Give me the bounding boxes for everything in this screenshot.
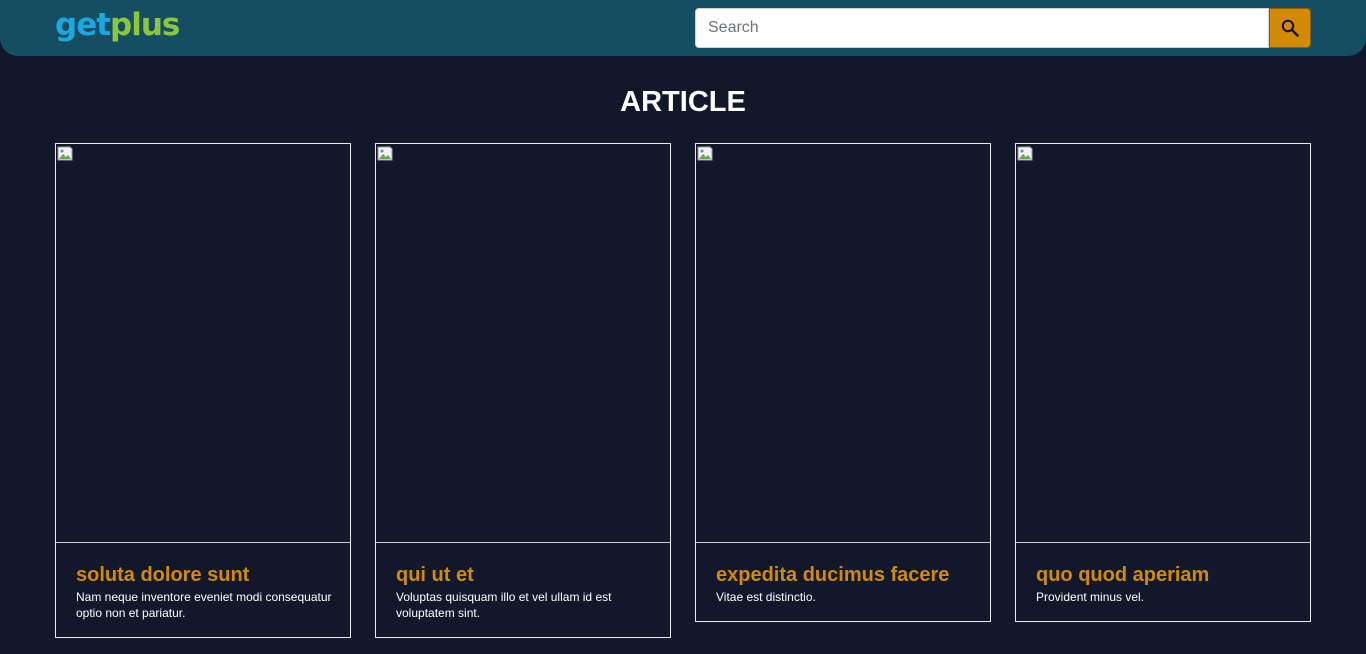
article-card[interactable]: quo quod aperiam Provident minus vel. <box>1015 143 1311 622</box>
article-card[interactable]: qui ut et Voluptas quisquam illo et vel … <box>375 143 671 638</box>
broken-image-icon <box>697 146 713 161</box>
card-title[interactable]: expedita ducimus facere <box>716 563 974 587</box>
top-navbar: getplus <box>0 0 1366 56</box>
card-text: Nam neque inventore eveniet modi consequ… <box>76 590 332 620</box>
card-body: quo quod aperiam Provident minus vel. <box>1016 543 1310 621</box>
getplus-logo[interactable]: getplus <box>55 5 180 45</box>
card-text: Vitae est distinctio. <box>716 590 816 604</box>
card-image[interactable] <box>1016 144 1310 543</box>
card-body: qui ut et Voluptas quisquam illo et vel … <box>376 543 670 637</box>
search-input[interactable] <box>695 8 1269 48</box>
card-title[interactable]: qui ut et <box>396 563 654 587</box>
card-text: Voluptas quisquam illo et vel ullam id e… <box>396 590 612 620</box>
card-body: soluta dolore sunt Nam neque inventore e… <box>56 543 350 637</box>
broken-image-icon <box>57 146 73 161</box>
card-image[interactable] <box>56 144 350 543</box>
card-text: Provident minus vel. <box>1036 590 1145 604</box>
broken-image-icon <box>377 146 393 161</box>
card-body: expedita ducimus facere Vitae est distin… <box>696 543 990 621</box>
page-title: ARTICLE <box>620 86 746 118</box>
article-card[interactable]: expedita ducimus facere Vitae est distin… <box>695 143 991 622</box>
article-card[interactable]: soluta dolore sunt Nam neque inventore e… <box>55 143 351 638</box>
logo-get-text: get <box>55 7 111 43</box>
broken-image-icon <box>1017 146 1033 161</box>
card-title[interactable]: quo quod aperiam <box>1036 563 1294 587</box>
card-title[interactable]: soluta dolore sunt <box>76 563 334 587</box>
logo-plus-text: plus <box>110 7 180 43</box>
card-image[interactable] <box>376 144 670 543</box>
card-image[interactable] <box>696 144 990 543</box>
magnifier-icon <box>1281 19 1299 37</box>
search-button[interactable] <box>1269 8 1311 48</box>
